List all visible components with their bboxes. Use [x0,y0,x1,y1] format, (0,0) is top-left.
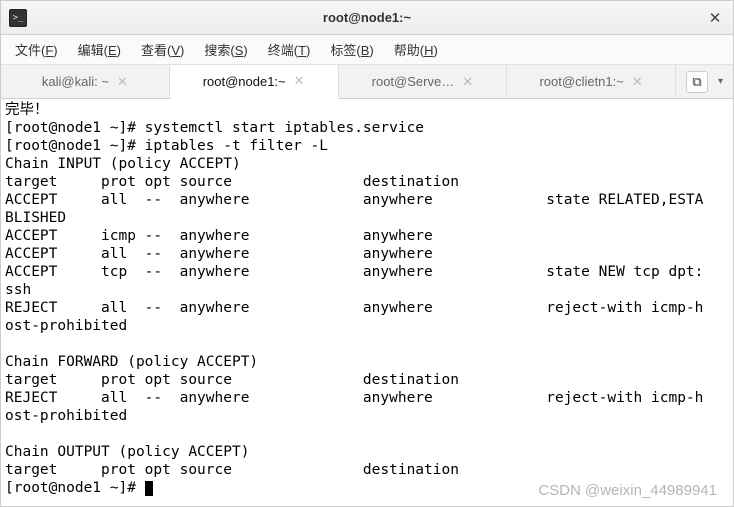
menu-v[interactable]: 查看(V) [133,36,192,63]
menu-label: 标签(B) [330,43,373,58]
menu-t[interactable]: 终端(T) [260,36,319,63]
tab-close-icon[interactable]: ✕ [632,74,643,90]
window-titlebar: >_ root@node1:~ ✕ [1,1,733,35]
watermark: CSDN @weixin_44989941 [538,482,717,500]
menu-e[interactable]: 编辑(E) [70,36,129,63]
tab[interactable]: root@Serve… ✕ [339,65,508,98]
menu-h[interactable]: 帮助(H) [386,36,446,63]
tab-close-icon[interactable]: ✕ [117,74,128,90]
tab-label: root@node1:~ [203,74,286,89]
menubar: 文件(F) 编辑(E) 查看(V) 搜索(S) 终端(T) 标签(B) 帮助(H) [1,35,733,65]
window-title: root@node1:~ [1,10,733,25]
tab-close-icon[interactable]: ✕ [462,74,473,90]
tab[interactable]: root@clietn1:~ ✕ [507,65,676,98]
terminal-output[interactable]: 完毕！ [root@node1 ~]# systemctl start ipta… [1,99,733,506]
tab[interactable]: kali@kali: ~ ✕ [1,65,170,98]
menu-s[interactable]: 搜索(S) [196,36,255,63]
menu-label: 文件(F) [15,43,58,58]
tabbar-right-controls: ⧉ ▾ [676,65,733,98]
tab-overflow-menu[interactable]: ▾ [718,76,723,87]
tab-label: root@Serve… [372,74,455,89]
tab-close-icon[interactable]: ✕ [294,73,305,89]
window-close-button[interactable]: ✕ [705,8,725,28]
new-tab-icon: ⧉ [692,74,701,90]
close-icon: ✕ [709,9,722,27]
tab-label: root@clietn1:~ [539,74,623,89]
new-tab-button[interactable]: ⧉ [686,71,708,93]
menu-f[interactable]: 文件(F) [7,36,66,63]
menu-b[interactable]: 标签(B) [322,36,381,63]
tabbar: kali@kali: ~✕root@node1:~✕root@Serve…✕ro… [1,65,733,99]
chevron-down-icon: ▾ [718,76,723,87]
terminal-app-icon: >_ [9,9,27,27]
menu-label: 编辑(E) [78,43,121,58]
menu-label: 搜索(S) [204,43,247,58]
tab-label: kali@kali: ~ [42,74,109,89]
terminal-cursor [145,481,153,496]
menu-label: 查看(V) [141,43,184,58]
menu-label: 终端(T) [268,43,311,58]
menu-label: 帮助(H) [394,43,438,58]
tab[interactable]: root@node1:~ ✕ [170,65,339,99]
